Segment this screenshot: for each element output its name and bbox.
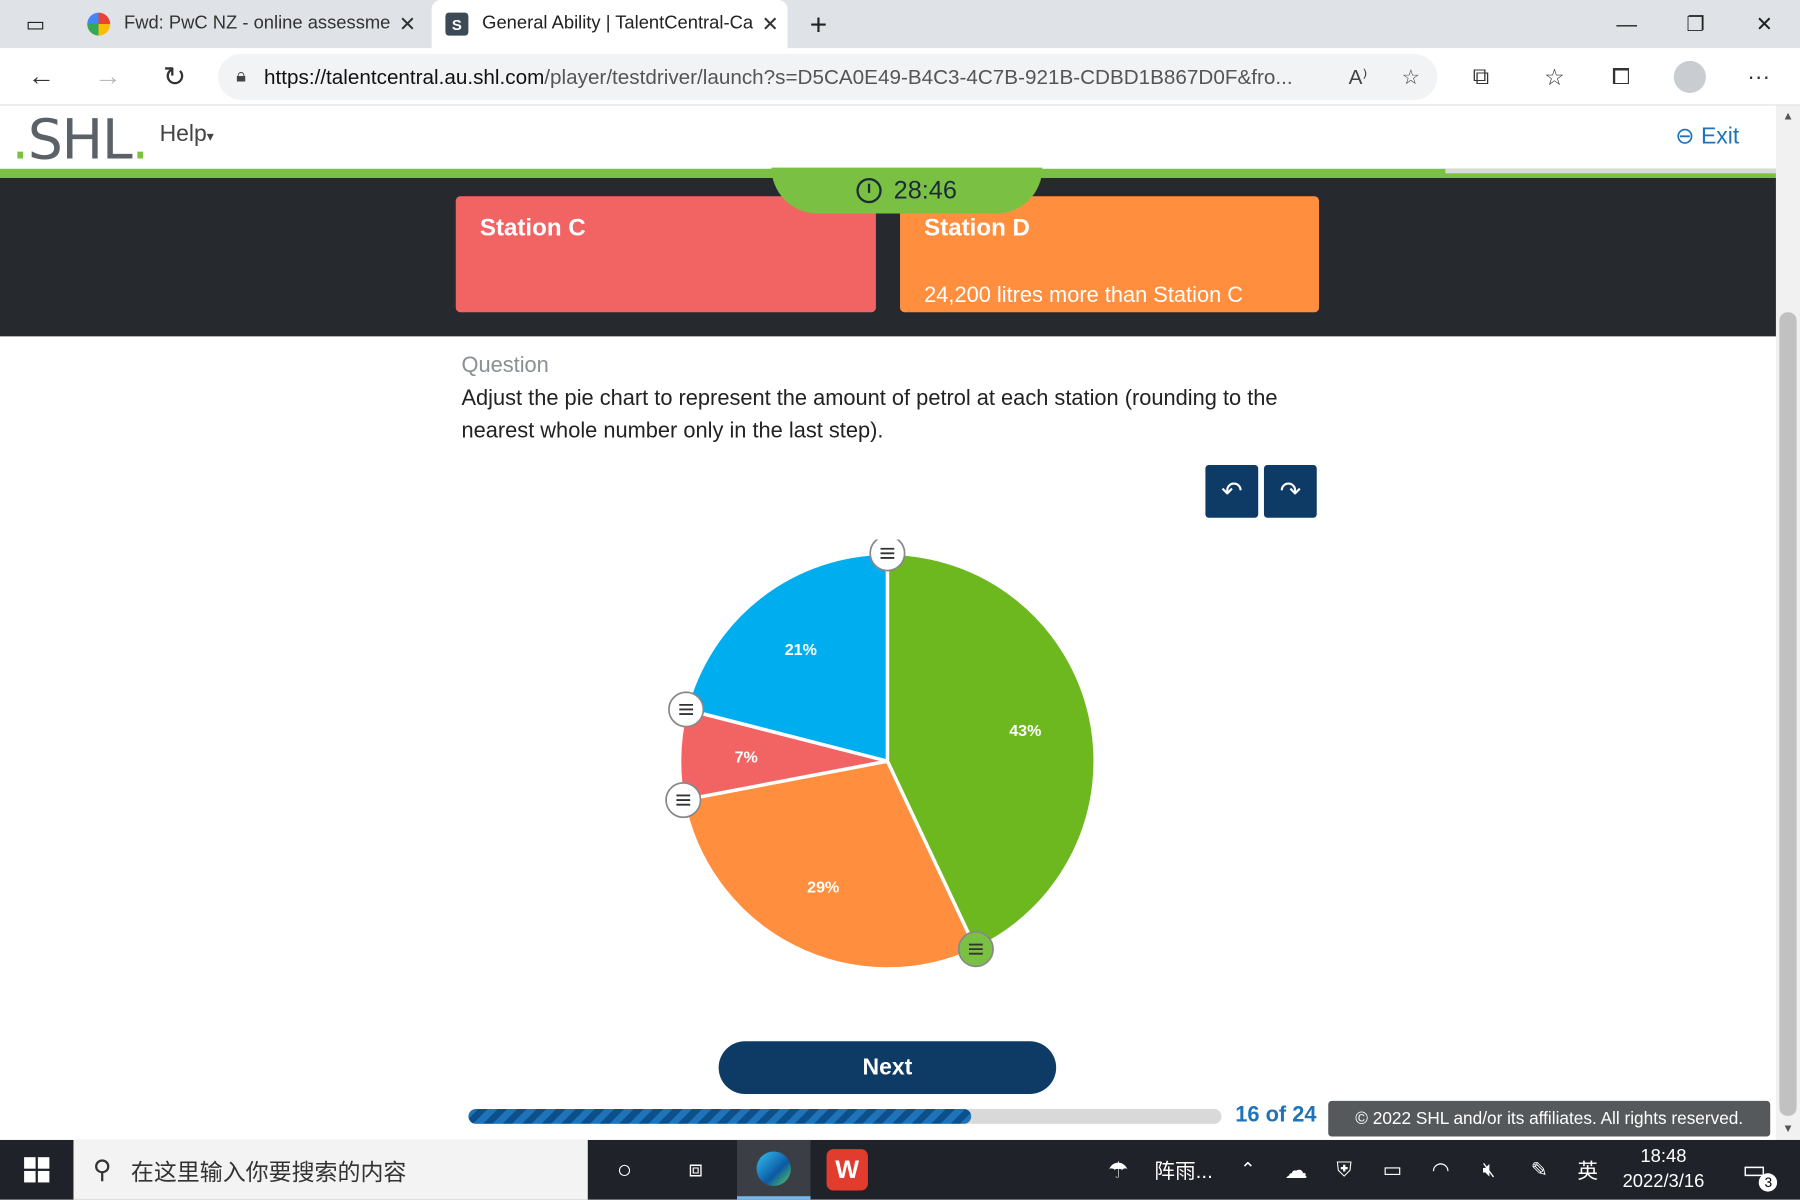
app-header: .SHL. Help▾ ⊖ Exit [0,105,1776,173]
slice-label: 43% [1009,722,1041,740]
address-bar: ← → ↻ 🔒︎ https://talentcentral.au.shl.co… [0,48,1800,106]
favorites-icon[interactable]: ☆ [1531,54,1577,100]
pen-icon[interactable]: ✎ [1520,1140,1559,1200]
notification-icon[interactable]: ▭ 3 [1731,1140,1778,1200]
station-d-card: Station D 24,200 litres more than Statio… [900,196,1320,313]
ime-indicator[interactable]: 英 [1568,1140,1607,1200]
volume-muted-icon[interactable]: 🔇︎ [1469,1140,1508,1200]
progress-bar [468,1108,1222,1124]
scroll-up-icon[interactable]: ▲ [1776,110,1800,123]
more-icon[interactable]: ··· [1736,54,1782,100]
question-text: Adjust the pie chart to represent the am… [461,386,1278,444]
shl-logo: .SHL. [11,107,149,173]
forward-icon[interactable]: → [85,54,131,100]
url-field[interactable]: 🔒︎ https://talentcentral.au.shl.com/play… [218,53,1438,100]
tab-title: General Ability | TalentCentral-Ca [482,13,754,34]
undo-button[interactable]: ↶ [1205,464,1259,518]
wps-app-icon[interactable]: W [810,1140,883,1200]
restore-icon[interactable]: ❐ [1667,0,1724,48]
progress-text: 16 of 24 [1235,1103,1317,1128]
station-c-card: Station C [455,196,876,313]
lock-icon: 🔒︎ [236,66,246,87]
date: 2022/3/16 [1622,1172,1705,1192]
collections-icon[interactable]: ⧠ [1598,54,1644,100]
question-label: Question [461,353,549,378]
task-view-icon[interactable]: ⧈ [659,1140,732,1200]
copyright: © 2022 SHL and/or its affiliates. All ri… [1328,1100,1771,1137]
weather-text[interactable]: 阵雨... [1143,1140,1223,1200]
card-description: 24,200 litres more than Station C [924,283,1244,308]
tab-title: Fwd: PwC NZ - online assessmen [123,13,391,34]
scroll-down-icon[interactable]: ▼ [1776,1123,1800,1136]
help-menu[interactable]: Help▾ [160,122,214,148]
page-scrollbar[interactable]: ▲ ▼ [1775,105,1800,1140]
close-icon[interactable]: ✕ [390,12,424,36]
weather-icon[interactable]: ☂ [1097,1140,1138,1200]
browser-tab-bar: ▭ Fwd: PwC NZ - online assessmen ✕ S Gen… [0,0,1800,49]
caret-down-icon: ▾ [206,128,214,145]
url-path: /player/testdriver/launch?s=D5CA0E49-B4C… [544,64,1293,88]
cortana-icon[interactable]: ○ [588,1140,661,1200]
tab-talentcentral[interactable]: S General Ability | TalentCentral-Ca ✕ [431,0,788,49]
tray-expand-icon[interactable]: ⌃ [1231,1140,1265,1200]
slice-label: 21% [785,641,817,659]
timer: 28:46 [771,167,1043,214]
time: 18:48 [1640,1146,1687,1167]
slice-label: 7% [735,748,758,766]
taskbar-clock[interactable]: 18:48 2022/3/16 [1612,1145,1715,1196]
wifi-icon[interactable]: ◠ [1421,1140,1460,1200]
onedrive-icon[interactable]: ☁ [1277,1140,1316,1200]
windows-taskbar: ⚲ 在这里输入你要搜索的内容 ○ ⧈ W ☂ 阵雨... ⌃ ☁ ⛨ ▭ ◠ 🔇… [0,1139,1800,1200]
refresh-icon[interactable]: ↻ [152,54,198,100]
card-title: Station D [924,214,1030,242]
redo-icon: ↷ [1279,476,1301,506]
close-icon[interactable]: ✕ [753,12,787,36]
timer-value: 28:46 [893,175,957,205]
card-title: Station C [479,214,586,242]
redo-button[interactable]: ↷ [1263,464,1317,518]
search-placeholder: 在这里输入你要搜索的内容 [130,1160,407,1186]
security-icon[interactable]: ⛨ [1325,1140,1364,1200]
tab-gmail[interactable]: Fwd: PwC NZ - online assessmen ✕ [73,0,424,48]
tab-actions-icon[interactable]: ▭ [7,0,64,48]
battery-icon[interactable]: ▭ [1373,1140,1412,1200]
clock-icon [856,177,883,204]
read-aloud-icon[interactable]: A⁾ [1332,65,1385,89]
slice-label: 29% [807,879,839,897]
exit-button[interactable]: ⊖ Exit [1675,122,1739,151]
new-tab-button[interactable]: + [790,0,847,48]
search-icon: ⚲ [92,1154,112,1184]
add-favorite-icon[interactable]: ☆ [1384,65,1437,89]
taskbar-search[interactable]: ⚲ 在这里输入你要搜索的内容 [73,1139,588,1200]
minimize-icon[interactable]: — [1598,0,1655,48]
window-close-icon[interactable]: ✕ [1736,0,1793,48]
progress-fill [468,1108,971,1124]
windows-start-icon[interactable] [0,1140,73,1200]
gmail-icon [87,12,111,36]
extensions-icon[interactable]: ⧉ [1458,54,1504,100]
shl-favicon: S [445,12,469,36]
slice-drag-handle[interactable] [869,539,906,572]
url-domain: https://talentcentral.au.shl.com [264,64,545,88]
slice-drag-handle[interactable] [668,691,705,728]
notification-count: 3 [1759,1173,1778,1192]
slice-drag-handle[interactable] [957,931,994,968]
next-button[interactable]: Next [718,1041,1057,1095]
undo-icon: ↶ [1221,476,1243,506]
slice-drag-handle[interactable] [665,781,702,819]
scroll-thumb[interactable] [1779,312,1797,1116]
back-icon[interactable]: ← [18,54,64,100]
edge-app-icon[interactable] [737,1139,811,1200]
exit-icon: ⊖ [1675,123,1701,150]
profile-avatar[interactable] [1667,54,1713,100]
pie-chart[interactable]: 43% 29% 7% 21% [654,539,1125,988]
